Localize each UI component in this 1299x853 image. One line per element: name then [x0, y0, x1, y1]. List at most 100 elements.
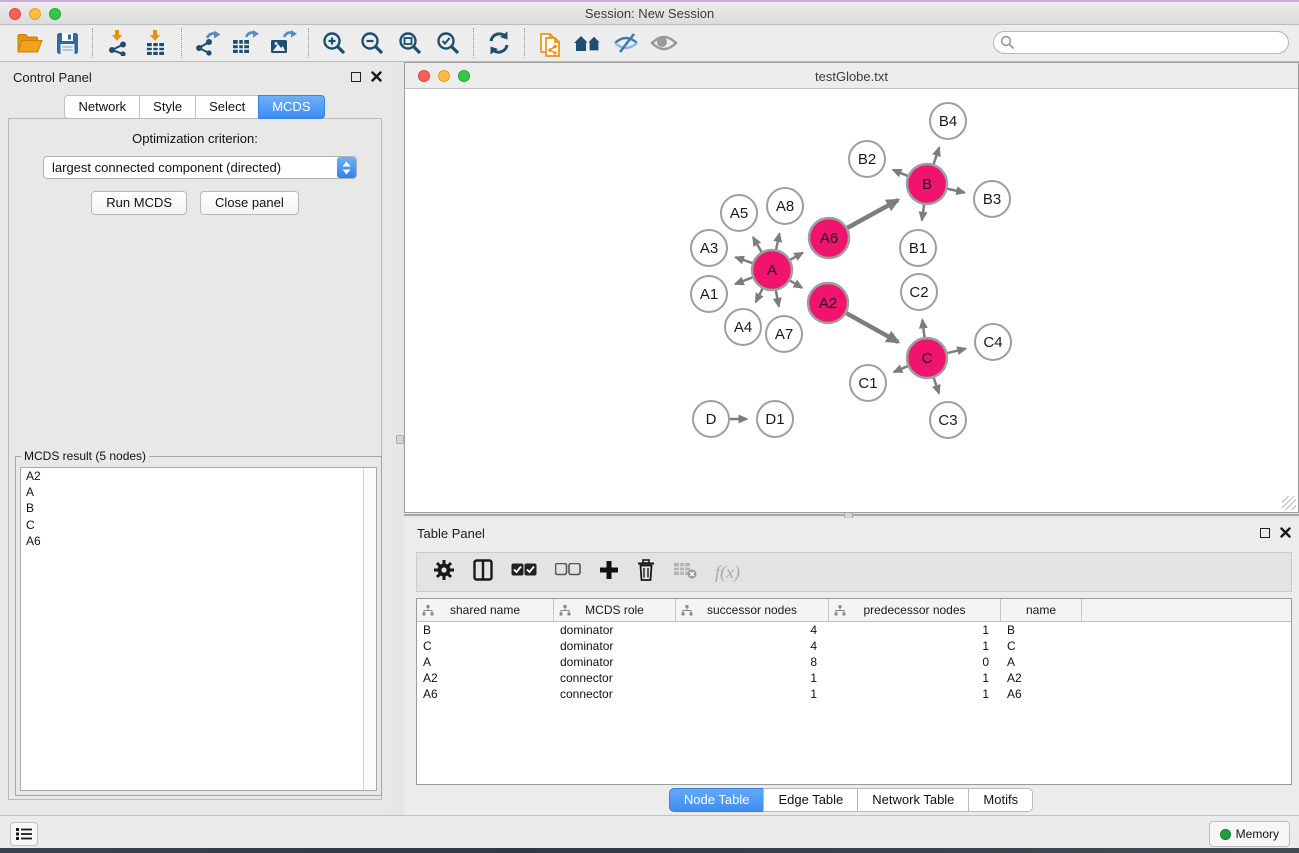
node-A5[interactable]: A5 — [721, 195, 757, 231]
export-table-button[interactable] — [226, 27, 264, 59]
edge-C-C4[interactable] — [947, 349, 965, 353]
node-A3[interactable]: A3 — [691, 230, 727, 266]
table-row[interactable]: Adominator80A — [417, 654, 1291, 670]
edge-A-A8[interactable] — [776, 233, 779, 249]
table-options-button[interactable] — [433, 559, 455, 586]
node-A4[interactable]: A4 — [725, 309, 761, 345]
import-table-button[interactable] — [137, 27, 175, 59]
table-cell[interactable]: 1 — [829, 670, 1001, 686]
close-panel-icon[interactable] — [1280, 527, 1291, 538]
network-canvas[interactable]: AA1A3A5A8A4A7A6A2BB2B4B3B1CC2C4C1C3DD1 — [405, 89, 1298, 512]
table-cell[interactable]: A — [1001, 654, 1082, 670]
zoom-in-button[interactable] — [315, 27, 353, 59]
node-D[interactable]: D — [693, 401, 729, 437]
zoom-out-button[interactable] — [353, 27, 391, 59]
tab-mcds[interactable]: MCDS — [258, 95, 324, 119]
edge-A-A1[interactable] — [735, 277, 752, 284]
close-panel-button[interactable]: Close panel — [200, 191, 299, 215]
tab-motifs[interactable]: Motifs — [968, 788, 1033, 812]
node-B[interactable]: B — [907, 164, 947, 204]
node-C[interactable]: C — [907, 338, 947, 378]
scrollbar-track[interactable] — [363, 468, 376, 790]
tab-node-table[interactable]: Node Table — [669, 788, 765, 812]
table-row[interactable]: A2connector11A2 — [417, 670, 1291, 686]
node-C1[interactable]: C1 — [850, 365, 886, 401]
hide-selected-button[interactable] — [607, 27, 645, 59]
run-mcds-button[interactable]: Run MCDS — [91, 191, 187, 215]
table-row[interactable]: Bdominator41B — [417, 622, 1291, 638]
function-builder-button[interactable]: f(x) — [715, 562, 740, 583]
mcds-result-item[interactable]: A6 — [21, 533, 376, 549]
edge-A-A4[interactable] — [756, 289, 763, 302]
node-C3[interactable]: C3 — [930, 402, 966, 438]
table-cell[interactable]: B — [417, 622, 554, 638]
node-A6[interactable]: A6 — [809, 218, 849, 258]
table-cell[interactable]: 1 — [676, 670, 829, 686]
zoom-selected-button[interactable] — [429, 27, 467, 59]
tab-network-table[interactable]: Network Table — [857, 788, 969, 812]
select-all-rows-button[interactable] — [511, 563, 537, 581]
table-cell[interactable]: 4 — [676, 638, 829, 654]
table-cell[interactable]: A6 — [1001, 686, 1082, 702]
mcds-result-item[interactable]: B — [21, 500, 376, 516]
float-panel-icon[interactable] — [1260, 528, 1270, 538]
table-cell[interactable]: 0 — [829, 654, 1001, 670]
tab-select[interactable]: Select — [195, 95, 259, 119]
table-cell[interactable]: 1 — [829, 638, 1001, 654]
add-column-button[interactable] — [599, 560, 619, 585]
table-cell[interactable]: C — [417, 638, 554, 654]
node-C2[interactable]: C2 — [901, 274, 937, 310]
mcds-result-item[interactable]: C — [21, 517, 376, 533]
edge-B-B1[interactable] — [922, 205, 924, 220]
node-A2[interactable]: A2 — [808, 283, 848, 323]
node-D1[interactable]: D1 — [757, 401, 793, 437]
table-cell[interactable]: A — [417, 654, 554, 670]
node-B4[interactable]: B4 — [930, 103, 966, 139]
table-row[interactable]: A6connector11A6 — [417, 686, 1291, 702]
vertical-splitter-grabber[interactable] — [396, 435, 404, 444]
node-B3[interactable]: B3 — [974, 181, 1010, 217]
new-network-from-selection-button[interactable] — [531, 27, 569, 59]
column-manager-button[interactable] — [473, 559, 493, 586]
node-A8[interactable]: A8 — [767, 188, 803, 224]
delete-columns-button[interactable] — [637, 559, 655, 586]
float-panel-icon[interactable] — [351, 72, 361, 82]
table-cell[interactable]: C — [1001, 638, 1082, 654]
task-history-button[interactable] — [10, 822, 38, 846]
export-image-button[interactable] — [264, 27, 302, 59]
column-header-name[interactable]: name — [1001, 599, 1082, 621]
node-C4[interactable]: C4 — [975, 324, 1011, 360]
edge-A-A7[interactable] — [776, 291, 779, 307]
edge-C-C2[interactable] — [922, 320, 924, 337]
save-session-button[interactable] — [48, 27, 86, 59]
column-header-predecessor-nodes[interactable]: predecessor nodes — [829, 599, 1001, 621]
table-cell[interactable]: A6 — [417, 686, 554, 702]
edge-A-A3[interactable] — [735, 257, 752, 263]
delete-table-button[interactable] — [673, 561, 697, 584]
tab-edge-table[interactable]: Edge Table — [763, 788, 858, 812]
edge-C-C3[interactable] — [934, 378, 939, 394]
table-cell[interactable]: 1 — [829, 622, 1001, 638]
table-cell[interactable]: 4 — [676, 622, 829, 638]
node-A[interactable]: A — [752, 250, 792, 290]
table-cell[interactable]: 1 — [676, 686, 829, 702]
table-cell[interactable]: 1 — [829, 686, 1001, 702]
table-cell[interactable]: dominator — [554, 654, 676, 670]
mcds-result-item[interactable]: A2 — [21, 468, 376, 484]
memory-button[interactable]: Memory — [1209, 821, 1290, 847]
column-header-shared-name[interactable]: shared name — [417, 599, 554, 621]
table-cell[interactable]: dominator — [554, 622, 676, 638]
table-cell[interactable]: connector — [554, 686, 676, 702]
network-graph[interactable]: AA1A3A5A8A4A7A6A2BB2B4B3B1CC2C4C1C3DD1 — [405, 89, 1298, 512]
edge-A6-B[interactable] — [847, 200, 898, 228]
close-panel-icon[interactable] — [371, 71, 382, 82]
edge-B-B2[interactable] — [893, 170, 908, 176]
node-B2[interactable]: B2 — [849, 141, 885, 177]
table-cell[interactable]: connector — [554, 670, 676, 686]
show-all-button[interactable] — [645, 27, 683, 59]
edge-A2-C[interactable] — [846, 313, 898, 342]
import-network-button[interactable] — [99, 27, 137, 59]
table-row[interactable]: Cdominator41C — [417, 638, 1291, 654]
edge-A-A6[interactable] — [790, 253, 803, 260]
quick-search-field[interactable] — [993, 31, 1289, 54]
